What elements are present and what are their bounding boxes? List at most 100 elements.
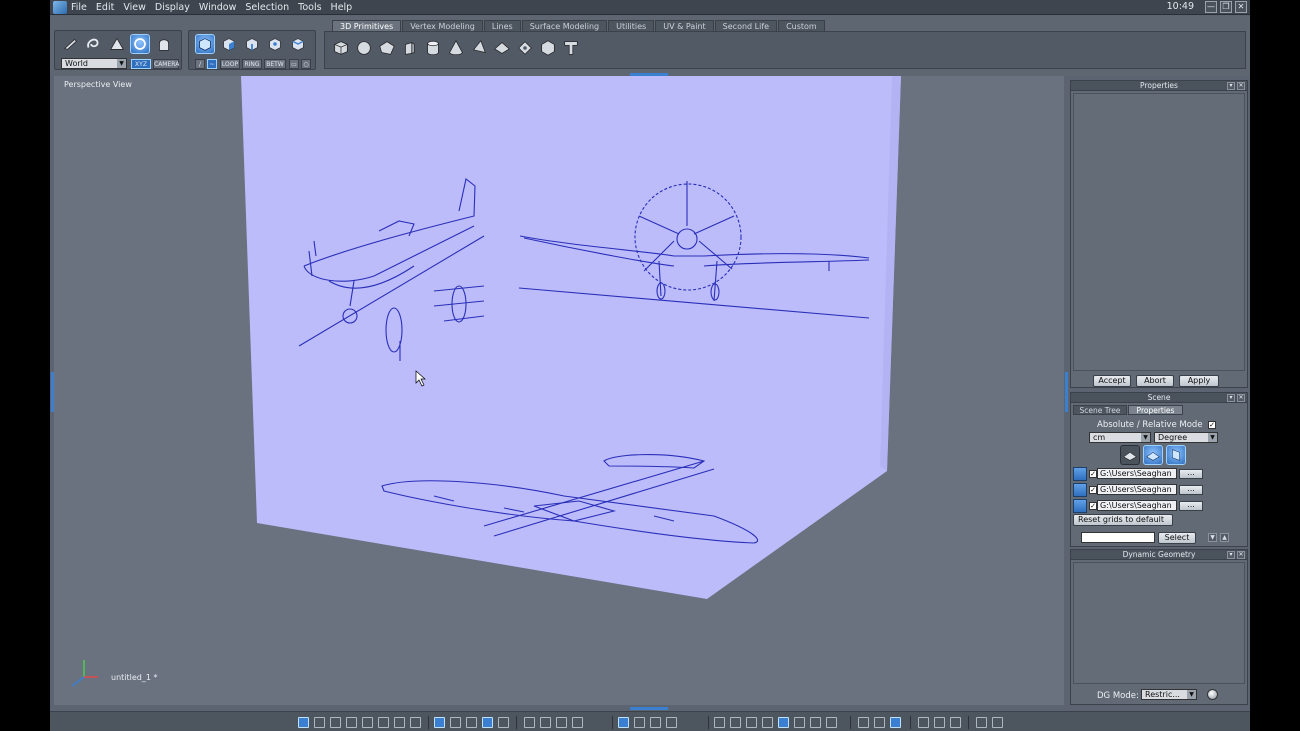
grid-toggle-icon[interactable] [434, 717, 445, 728]
flat-sphere-icon[interactable] [746, 717, 757, 728]
grid-1-browse-button[interactable]: ... [1179, 469, 1203, 479]
grid-3-browse-button[interactable]: ... [1179, 501, 1203, 511]
xray-icon[interactable] [874, 717, 885, 728]
camera-icon[interactable] [992, 717, 1003, 728]
loop-button[interactable]: LOOP [220, 59, 240, 69]
three-view-icon[interactable] [362, 717, 373, 728]
wire-sphere-alt-icon[interactable] [730, 717, 741, 728]
select-button[interactable]: Select [1158, 532, 1196, 544]
table-icon[interactable] [498, 717, 509, 728]
close-button[interactable]: ✕ [1235, 1, 1247, 13]
panel-menu-icon[interactable]: ▾ [1227, 551, 1235, 559]
material-icon[interactable] [934, 717, 945, 728]
floor-grid-icon[interactable] [1120, 445, 1140, 465]
coord-system-select[interactable]: World ▼ [61, 58, 127, 69]
layout-icon[interactable] [466, 717, 477, 728]
render-icon[interactable] [976, 717, 987, 728]
snap-icon[interactable] [450, 717, 461, 728]
edge-mode-icon[interactable] [242, 34, 262, 54]
disc-icon[interactable] [492, 38, 512, 58]
pan-icon[interactable] [540, 717, 551, 728]
accept-button[interactable]: Accept [1093, 375, 1131, 387]
grid-3-path[interactable]: G:\Users\Seaghan [1097, 500, 1177, 511]
lasso-icon[interactable] [83, 34, 103, 54]
minimize-button[interactable]: — [1205, 1, 1217, 13]
shaded-sphere-icon[interactable] [810, 717, 821, 728]
menu-selection[interactable]: Selection [245, 2, 289, 13]
select-arrow-icon[interactable] [61, 34, 81, 54]
dg-toggle-icon[interactable] [1207, 689, 1218, 700]
two-view-icon[interactable] [394, 717, 405, 728]
dg-mode-select[interactable]: Restric... ▼ [1141, 689, 1197, 700]
perspective-viewport[interactable]: Perspective View untitled_1 * [54, 76, 1064, 705]
grid-2-checkbox[interactable]: ✓ [1089, 486, 1097, 494]
panel-layout-icon[interactable] [482, 717, 493, 728]
ring-button[interactable]: RING [242, 59, 262, 69]
menu-window[interactable]: Window [199, 2, 236, 13]
quad-view-icon[interactable] [314, 717, 325, 728]
panel-menu-icon[interactable]: ▾ [1227, 394, 1235, 402]
vertex-mode-icon[interactable] [265, 34, 285, 54]
grid-2-path[interactable]: G:\Users\Seaghan [1097, 484, 1177, 495]
object-mode-icon[interactable] [195, 34, 215, 54]
move-icon[interactable] [107, 34, 127, 54]
three-view-alt-icon[interactable] [378, 717, 389, 728]
right-panel-handle[interactable] [1065, 372, 1068, 412]
maximize-button[interactable]: ❐ [1220, 1, 1232, 13]
select-tool-icon[interactable]: / [195, 59, 205, 69]
grid-3-checkbox[interactable]: ✓ [1089, 502, 1097, 510]
sphere-icon[interactable] [354, 38, 374, 58]
text-icon[interactable] [561, 38, 581, 58]
lit-sphere-icon[interactable] [794, 717, 805, 728]
smooth-sphere-icon[interactable] [762, 717, 773, 728]
front-grid-icon[interactable] [1143, 445, 1163, 465]
uv-mode-icon[interactable] [288, 34, 308, 54]
scroll-up-icon[interactable]: ▲ [1220, 533, 1229, 542]
light-icon[interactable] [918, 717, 929, 728]
split-view-v-icon[interactable] [346, 717, 357, 728]
camera-button[interactable]: CAMERA [153, 59, 179, 69]
grid-2-browse-button[interactable]: ... [1179, 485, 1203, 495]
face-mode-icon[interactable] [219, 34, 239, 54]
circle-select-icon[interactable]: ○ [301, 59, 311, 69]
plane-icon[interactable] [377, 38, 397, 58]
scale-icon[interactable] [154, 34, 174, 54]
region-select-icon[interactable]: ▭ [289, 59, 299, 69]
panel-close-icon[interactable]: ✕ [1237, 551, 1245, 559]
menu-view[interactable]: View [123, 2, 146, 13]
grid-1-path[interactable]: G:\Users\Seaghan [1097, 468, 1177, 479]
abort-button[interactable]: Abort [1136, 375, 1174, 387]
apply-button[interactable]: Apply [1179, 375, 1219, 387]
orbit-icon[interactable] [650, 717, 661, 728]
texture-icon[interactable] [950, 717, 961, 728]
two-view-alt-icon[interactable] [410, 717, 421, 728]
panel-close-icon[interactable]: ✕ [1237, 82, 1245, 90]
panel-close-icon[interactable]: ✕ [1237, 394, 1245, 402]
grid-box-icon[interactable] [400, 38, 420, 58]
tab-scene-tree[interactable]: Scene Tree [1073, 405, 1127, 415]
panel-menu-icon[interactable]: ▾ [1227, 82, 1235, 90]
menu-display[interactable]: Display [155, 2, 190, 13]
eye-icon[interactable] [572, 717, 583, 728]
single-view-icon[interactable] [298, 717, 309, 728]
menu-file[interactable]: File [71, 2, 87, 13]
reset-grids-button[interactable]: Reset grids to default [1073, 514, 1173, 526]
grid-1-checkbox[interactable]: ✓ [1089, 470, 1097, 478]
backface-icon[interactable] [858, 717, 869, 728]
cube-icon[interactable] [331, 38, 351, 58]
fly-icon[interactable] [634, 717, 645, 728]
menu-tools[interactable]: Tools [298, 2, 321, 13]
bottom-panel-handle[interactable] [630, 707, 668, 710]
left-panel-handle[interactable] [51, 372, 54, 412]
mode-checkbox[interactable]: ✓ [1208, 421, 1216, 429]
angle-unit-select[interactable]: Degree ▼ [1154, 432, 1218, 443]
walk-icon[interactable] [618, 717, 629, 728]
xyz-button[interactable]: XYZ [131, 59, 151, 69]
rotate-icon[interactable] [130, 34, 150, 54]
top-panel-handle[interactable] [630, 73, 668, 76]
white-sphere-icon[interactable] [826, 717, 837, 728]
fit-view-icon[interactable] [524, 717, 535, 728]
wire-sphere-icon[interactable] [714, 717, 725, 728]
unit-select[interactable]: cm ▼ [1089, 432, 1151, 443]
menu-help[interactable]: Help [331, 2, 353, 13]
